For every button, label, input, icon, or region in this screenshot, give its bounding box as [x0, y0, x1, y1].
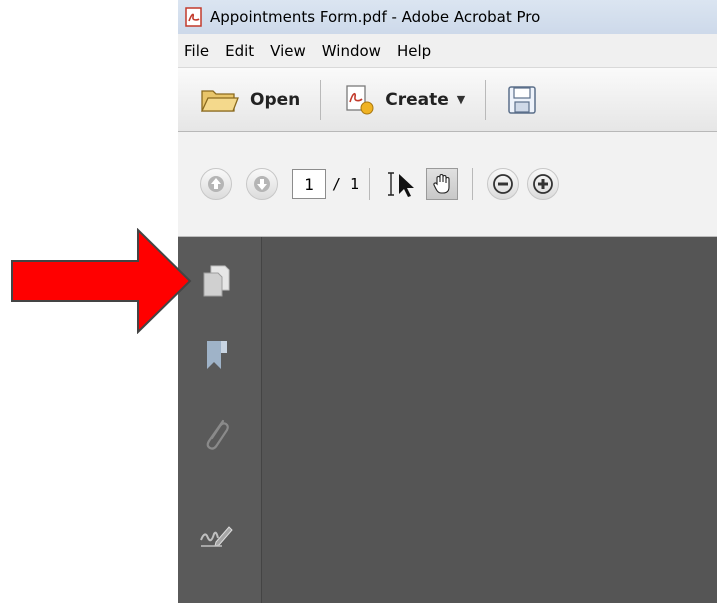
red-arrow-annotation	[11, 228, 192, 334]
minus-icon	[493, 174, 513, 194]
folder-icon	[200, 89, 239, 112]
create-button[interactable]: Create ▼	[341, 82, 465, 118]
page-count: / 1	[332, 175, 360, 193]
toolbar-separator	[369, 168, 371, 200]
navigation-toolbar: 1 / 1	[178, 132, 717, 237]
open-label: Open	[250, 89, 301, 110]
pdf-app-icon	[185, 7, 202, 27]
arrow-down-icon	[254, 176, 270, 192]
menu-help[interactable]: Help	[389, 42, 439, 60]
arrow-up-icon	[208, 176, 224, 192]
menu-bar: File Edit View Window Help	[178, 34, 717, 68]
document-area[interactable]	[262, 237, 717, 603]
window-title: Appointments Form.pdf - Adobe Acrobat Pr…	[210, 8, 541, 26]
menu-window[interactable]: Window	[314, 42, 389, 60]
text-cursor-arrow-icon	[388, 172, 415, 197]
hand-icon	[433, 173, 450, 194]
save-button[interactable]	[506, 84, 538, 116]
create-label: Create	[385, 89, 449, 110]
menu-file[interactable]: File	[178, 42, 217, 60]
zoom-out-button[interactable]	[487, 168, 520, 200]
previous-page-button[interactable]	[200, 168, 232, 200]
menu-view[interactable]: View	[262, 42, 314, 60]
hand-tool-button[interactable]	[426, 168, 459, 200]
attachment-icon[interactable]	[196, 415, 236, 455]
next-page-button[interactable]	[246, 168, 278, 200]
page-number-input[interactable]: 1	[292, 169, 326, 199]
toolbar-separator	[320, 79, 322, 120]
plus-icon	[533, 174, 553, 194]
toolbar-separator	[485, 79, 487, 120]
menu-edit[interactable]: Edit	[217, 42, 262, 60]
open-button[interactable]: Open	[200, 85, 300, 115]
create-pdf-icon	[346, 84, 374, 114]
pages-icon[interactable]	[196, 261, 236, 301]
chevron-down-icon: ▼	[456, 93, 466, 106]
bookmark-icon[interactable]	[196, 335, 236, 375]
save-icon	[508, 85, 537, 114]
toolbar-separator	[472, 168, 474, 200]
main-toolbar: Open Create ▼	[178, 68, 717, 132]
zoom-in-button[interactable]	[527, 168, 560, 200]
signature-icon[interactable]	[196, 515, 236, 555]
select-tool-button[interactable]	[384, 169, 418, 199]
title-bar: Appointments Form.pdf - Adobe Acrobat Pr…	[178, 0, 717, 34]
acrobat-window: Appointments Form.pdf - Adobe Acrobat Pr…	[178, 0, 717, 603]
